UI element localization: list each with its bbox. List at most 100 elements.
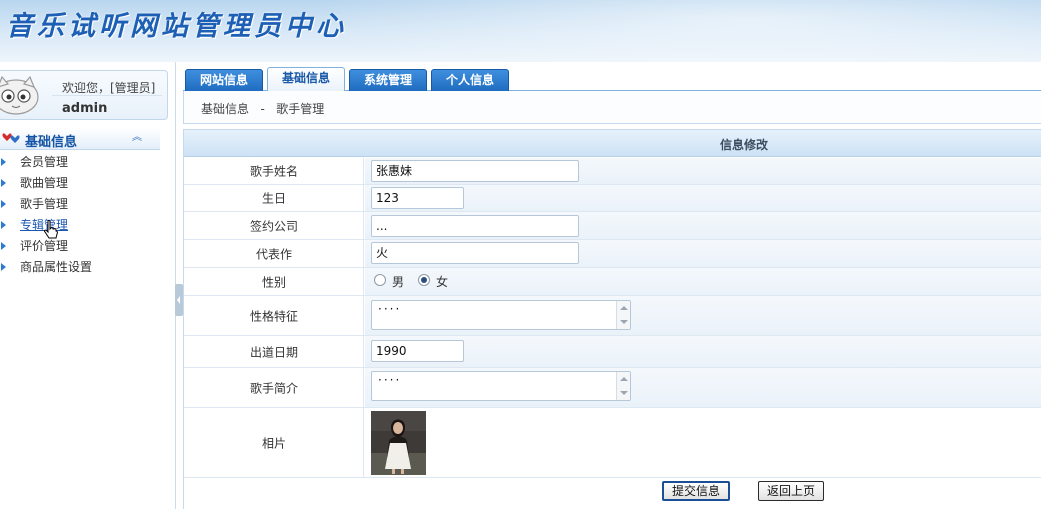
- field-label-cell: 出道日期: [184, 336, 364, 367]
- breadcrumb: 基础信息 - 歌手管理: [201, 102, 325, 116]
- avatar: [0, 75, 39, 115]
- gender-female-radio[interactable]: [418, 274, 430, 286]
- hearts-icon: [2, 133, 20, 143]
- field-label: 出道日期: [249, 345, 298, 359]
- arrow-icon: [1, 200, 6, 208]
- debut-date-input[interactable]: 1990: [371, 340, 464, 362]
- page-header: 音乐试听网站管理员中心: [0, 0, 1041, 62]
- sidebar-item-reviews[interactable]: 评价管理: [0, 236, 170, 257]
- sidebar-item-label: 歌曲管理: [20, 176, 69, 190]
- field-label: 歌手简介: [249, 381, 298, 395]
- field-label: 性格特征: [249, 309, 298, 323]
- arrow-icon: [1, 179, 6, 187]
- sidebar-item-label: 会员管理: [20, 155, 69, 169]
- field-label: 代表作: [255, 247, 292, 261]
- textarea-scrollbar[interactable]: [616, 301, 630, 329]
- tab-system-management[interactable]: 系统管理: [349, 69, 427, 91]
- field-value-cell: ····: [365, 296, 1041, 335]
- site-title: 音乐试听网站管理员中心: [6, 11, 347, 42]
- form-row-name: 歌手姓名 张惠妹: [184, 158, 1041, 185]
- back-button[interactable]: 返回上页: [758, 481, 825, 501]
- header-decoration: [300, 0, 1041, 62]
- scroll-down-icon[interactable]: [620, 391, 628, 395]
- username: admin: [62, 101, 108, 116]
- field-value-cell: [365, 408, 1041, 477]
- sidebar-item-members[interactable]: 会员管理: [0, 152, 170, 173]
- field-label-cell: 签约公司: [184, 212, 364, 239]
- field-label: 性别: [261, 275, 286, 289]
- intro-textarea[interactable]: ····: [371, 371, 631, 401]
- gender-male-radio[interactable]: [374, 274, 386, 286]
- singer-photo: [371, 411, 426, 475]
- tab-site-info[interactable]: 网站信息: [185, 69, 263, 91]
- gender-male-label: 男: [392, 275, 405, 289]
- actions-cell: 提交信息 返回上页: [184, 478, 1041, 509]
- field-label-cell: 性别: [184, 268, 364, 295]
- field-label-cell: 代表作: [184, 240, 364, 267]
- hand-cursor-icon: [44, 220, 58, 239]
- field-value-cell: 男 女: [365, 268, 1041, 295]
- field-label-cell: 歌手姓名: [184, 158, 364, 184]
- sidebar-item-label: 商品属性设置: [20, 260, 93, 274]
- representative-works-input[interactable]: 火: [371, 242, 579, 264]
- field-label-cell: 歌手简介: [184, 368, 364, 407]
- tab-personal-info[interactable]: 个人信息: [431, 69, 509, 91]
- form-actions: 提交信息 返回上页: [184, 478, 1041, 509]
- sidebar-item-product-attributes[interactable]: 商品属性设置: [0, 257, 170, 278]
- menu-section-title: 基础信息: [25, 135, 78, 150]
- tab-bar: 网站信息 基础信息 系统管理 个人信息: [183, 67, 1041, 92]
- form-row-birthday: 生日 123: [184, 185, 1041, 212]
- personality-text: ····: [378, 302, 402, 316]
- form-row-photo: 相片: [184, 408, 1041, 478]
- scroll-down-icon[interactable]: [620, 320, 628, 324]
- form-row-personality: 性格特征 ····: [184, 296, 1041, 336]
- form-row-debut: 出道日期 1990: [184, 336, 1041, 368]
- field-label-cell: 性格特征: [184, 296, 364, 335]
- field-value-cell: ····: [365, 368, 1041, 407]
- menu-list: 会员管理 歌曲管理 歌手管理 专辑管理 评价管理 商品属性设置: [0, 152, 170, 278]
- sidebar-item-label: 歌手管理: [20, 197, 69, 211]
- form-row-intro: 歌手简介 ····: [184, 368, 1041, 408]
- form-header: 信息修改: [184, 130, 1041, 157]
- arrow-icon: [1, 158, 6, 166]
- field-label: 生日: [261, 191, 286, 206]
- form-row-gender: 性别 男 女: [184, 268, 1041, 296]
- company-input[interactable]: ...: [371, 215, 579, 237]
- collapse-icon[interactable]: ︽: [132, 131, 144, 145]
- welcome-text: 欢迎您，[管理员]: [62, 81, 156, 95]
- field-value-cell: 123: [365, 185, 1041, 211]
- field-label-cell: 生日: [184, 185, 364, 211]
- birthday-input[interactable]: 123: [371, 187, 464, 209]
- menu-section-header[interactable]: 基础信息 ︽: [0, 128, 160, 150]
- field-label: 歌手姓名: [249, 164, 298, 179]
- sidebar-item-albums[interactable]: 专辑管理: [0, 215, 170, 236]
- intro-text: ····: [378, 373, 402, 387]
- user-panel: 欢迎您，[管理员] admin: [0, 70, 168, 120]
- singer-name-input[interactable]: 张惠妹: [371, 160, 579, 182]
- edit-form: 信息修改 歌手姓名 张惠妹 生日 123 签约公司 ... 代表作 火 性别 男: [183, 129, 1041, 509]
- field-value-cell: 火: [365, 240, 1041, 267]
- sidebar-item-songs[interactable]: 歌曲管理: [0, 173, 170, 194]
- field-label: 相片: [261, 436, 286, 450]
- arrow-icon: [1, 263, 6, 271]
- arrow-icon: [1, 221, 6, 229]
- gender-female-label: 女: [436, 275, 449, 289]
- arrow-icon: [1, 242, 6, 250]
- sidebar-item-label: 评价管理: [20, 239, 69, 253]
- field-value-cell: ...: [365, 212, 1041, 239]
- tab-basic-info[interactable]: 基础信息: [267, 67, 345, 92]
- personality-textarea[interactable]: ····: [371, 300, 631, 330]
- form-row-works: 代表作 火: [184, 240, 1041, 268]
- divider: [52, 95, 162, 96]
- form-row-company: 签约公司 ...: [184, 212, 1041, 240]
- scroll-up-icon[interactable]: [620, 306, 628, 310]
- sidebar-item-singers[interactable]: 歌手管理: [0, 194, 170, 215]
- sidebar: 欢迎您，[管理员] admin 基础信息 ︽ 会员管理 歌曲管理 歌手管理 专辑…: [0, 62, 176, 509]
- form-title: 信息修改: [720, 138, 769, 152]
- submit-button[interactable]: 提交信息: [662, 481, 731, 501]
- field-label-cell: 相片: [184, 408, 364, 477]
- textarea-scrollbar[interactable]: [616, 372, 630, 400]
- breadcrumb-bar: 基础信息 - 歌手管理: [183, 91, 1041, 124]
- sidebar-toggle-handle[interactable]: [175, 284, 183, 316]
- scroll-up-icon[interactable]: [620, 377, 628, 381]
